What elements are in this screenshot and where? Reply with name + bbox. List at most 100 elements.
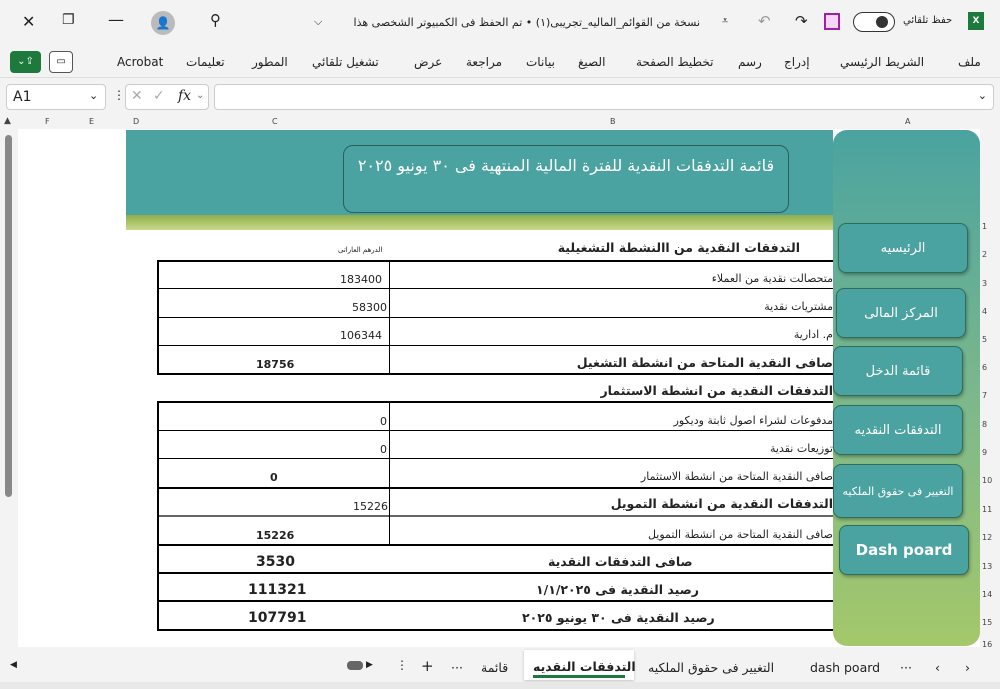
enter-icon[interactable]: ✓ bbox=[153, 88, 165, 104]
financing-value[interactable]: 15226 bbox=[353, 500, 388, 513]
sheet-tab-equity[interactable]: التغيير فى حقوق الملكيه bbox=[648, 660, 774, 675]
column-header-e[interactable]: E bbox=[89, 117, 94, 126]
nav-home-button[interactable]: الرئيسيه bbox=[838, 223, 968, 273]
column-header-c[interactable]: C bbox=[272, 117, 278, 126]
row-header[interactable]: 5 bbox=[982, 335, 987, 344]
op-item-value[interactable]: 106344 bbox=[340, 329, 382, 342]
name-box[interactable]: A1 ⌄ bbox=[6, 84, 106, 110]
horizontal-scrollbar-thumb[interactable] bbox=[347, 661, 363, 670]
tab-insert[interactable]: إدراج bbox=[784, 55, 810, 69]
autosave-toggle[interactable] bbox=[853, 12, 895, 32]
sheet-tab-cash-flow[interactable]: التدفقات النقديه bbox=[524, 650, 636, 680]
row-header[interactable]: 12 bbox=[982, 533, 992, 542]
chevron-down-icon[interactable]: ⌵ bbox=[314, 15, 322, 29]
inv-item-value[interactable]: 0 bbox=[380, 415, 387, 428]
inv-net-label[interactable]: صافى النقدية المتاحة من انشطة الاستثمار bbox=[641, 470, 833, 483]
previous-sheet-icon[interactable]: ‹ bbox=[935, 660, 940, 675]
add-sheet-button[interactable]: + bbox=[421, 657, 434, 675]
op-item-label[interactable]: متحصالت نقدية من العملاء bbox=[712, 272, 833, 285]
tab-file[interactable]: ملف bbox=[958, 55, 981, 69]
financing-header[interactable]: التدفقات النقدية من انشطة التمويل bbox=[611, 496, 833, 511]
column-header-f[interactable]: F bbox=[45, 117, 50, 126]
row-header[interactable]: 15 bbox=[982, 618, 992, 627]
column-header-b[interactable]: B bbox=[610, 117, 616, 126]
currency-label[interactable]: الدرهم العاراتى bbox=[338, 246, 382, 254]
close-icon[interactable]: ✕ bbox=[22, 12, 35, 31]
closing-balance-label[interactable]: رصيد النقدية فى ٣٠ يونيو ٢٠٢٥ bbox=[522, 610, 715, 625]
chevron-down-icon[interactable]: ⌄ bbox=[196, 90, 204, 101]
more-sheets-left[interactable]: ··· bbox=[451, 660, 463, 675]
op-net-label[interactable]: صافى النقدية المتاحة من انشطة التشغيل bbox=[577, 355, 833, 370]
comments-button[interactable]: ▭ bbox=[49, 51, 73, 73]
row-header[interactable]: 4 bbox=[982, 307, 987, 316]
undo-icon[interactable]: ↶ bbox=[758, 12, 771, 30]
operating-header[interactable]: التدفقات النقدية من االنشطة التشغيلية bbox=[558, 240, 800, 255]
chevron-down-icon[interactable]: ⌄ bbox=[89, 89, 98, 102]
tab-help[interactable]: تعليمات bbox=[186, 55, 225, 69]
formula-input[interactable]: ⌄ bbox=[214, 84, 994, 110]
tab-developer[interactable]: المطور bbox=[252, 55, 288, 69]
row-header[interactable]: 14 bbox=[982, 590, 992, 599]
search-icon[interactable]: ⚲ bbox=[210, 11, 221, 29]
op-item-label[interactable]: مشتريات نقدية bbox=[764, 300, 833, 313]
op-item-value[interactable]: 58300 bbox=[352, 301, 387, 314]
row-header[interactable]: 10 bbox=[982, 476, 992, 485]
more-icon[interactable]: ⋮ bbox=[396, 658, 408, 672]
vertical-scrollbar[interactable] bbox=[2, 129, 16, 647]
save-icon[interactable] bbox=[824, 13, 840, 30]
op-item-value[interactable]: 183400 bbox=[340, 273, 382, 286]
row-header[interactable]: 7 bbox=[982, 391, 987, 400]
expand-formula-icon[interactable]: ⌄ bbox=[978, 89, 987, 102]
sheet-tab-dashboard[interactable]: dash poard bbox=[810, 660, 880, 675]
nav-equity-changes-button[interactable]: التغيير فى حقوق الملكيه bbox=[833, 464, 963, 518]
select-all-icon[interactable]: ▲ bbox=[4, 116, 11, 126]
redo-icon[interactable]: ↷ bbox=[795, 12, 808, 30]
row-header[interactable]: 9 bbox=[982, 448, 987, 457]
share-button[interactable]: ⌄⇪ bbox=[10, 51, 41, 73]
nav-cash-flow-button[interactable]: التدفقات النقديه bbox=[833, 405, 963, 455]
insert-function-button[interactable]: fx bbox=[178, 88, 191, 104]
row-header[interactable]: 11 bbox=[982, 505, 992, 514]
fin-net-value[interactable]: 15226 bbox=[256, 529, 294, 542]
column-header-a[interactable]: A bbox=[905, 117, 910, 126]
opening-balance-value[interactable]: 111321 bbox=[248, 582, 306, 598]
row-header[interactable]: 3 bbox=[982, 279, 987, 288]
tab-formulas[interactable]: الصيغ bbox=[578, 55, 605, 69]
cancel-icon[interactable]: ✕ bbox=[131, 88, 143, 104]
tab-review[interactable]: مراجعة bbox=[466, 55, 502, 69]
next-sheet-icon[interactable]: › bbox=[965, 660, 970, 675]
tab-view[interactable]: عرض bbox=[414, 55, 442, 69]
fin-net-label[interactable]: صافى النقدية المتاحة من انشطة التمويل bbox=[648, 528, 833, 541]
op-item-label[interactable]: م. ادارية bbox=[794, 328, 833, 341]
scrollbar-thumb[interactable] bbox=[5, 135, 12, 497]
net-flow-value[interactable]: 3530 bbox=[256, 554, 295, 570]
row-header[interactable]: 6 bbox=[982, 363, 987, 372]
nav-income-statement-button[interactable]: قائمة الدخل bbox=[833, 346, 963, 396]
row-header[interactable]: 2 bbox=[982, 250, 987, 259]
tab-home[interactable]: الشريط الرئيسي bbox=[840, 55, 924, 69]
row-header[interactable]: 1 bbox=[982, 222, 987, 231]
inv-item-label[interactable]: مدفوعات لشراء اصول ثابتة وديكور bbox=[674, 414, 833, 427]
tab-acrobat[interactable]: Acrobat bbox=[117, 55, 163, 69]
inv-item-value[interactable]: 0 bbox=[380, 443, 387, 456]
nav-financial-position-button[interactable]: المركز المالى bbox=[836, 288, 966, 338]
avatar[interactable]: 👤 bbox=[151, 11, 175, 35]
scroll-left-icon[interactable]: ◀ bbox=[10, 660, 17, 670]
tab-data[interactable]: بيانات bbox=[526, 55, 555, 69]
tab-draw[interactable]: رسم bbox=[738, 55, 762, 69]
more-icon[interactable]: ⋮ bbox=[113, 88, 125, 102]
column-header-d[interactable]: D bbox=[133, 117, 139, 126]
minimize-icon[interactable]: — bbox=[108, 10, 124, 29]
closing-balance-value[interactable]: 107791 bbox=[248, 610, 306, 626]
customize-qat-icon[interactable]: ⩡ bbox=[722, 14, 728, 28]
nav-dashboard-button[interactable]: Dash poard bbox=[839, 525, 969, 575]
inv-item-label[interactable]: توزيعات نقدية bbox=[770, 442, 833, 455]
inv-net-value[interactable]: 0 bbox=[270, 471, 278, 484]
row-header[interactable]: 13 bbox=[982, 562, 992, 571]
op-net-value[interactable]: 18756 bbox=[256, 358, 294, 371]
more-sheets-right[interactable]: ··· bbox=[900, 660, 912, 675]
sheet-tab-income[interactable]: قائمة bbox=[481, 660, 508, 675]
tab-page-layout[interactable]: تخطيط الصفحة bbox=[636, 55, 713, 69]
scroll-right-icon[interactable]: ▶ bbox=[366, 660, 373, 670]
restore-icon[interactable]: ❐ bbox=[62, 12, 75, 28]
